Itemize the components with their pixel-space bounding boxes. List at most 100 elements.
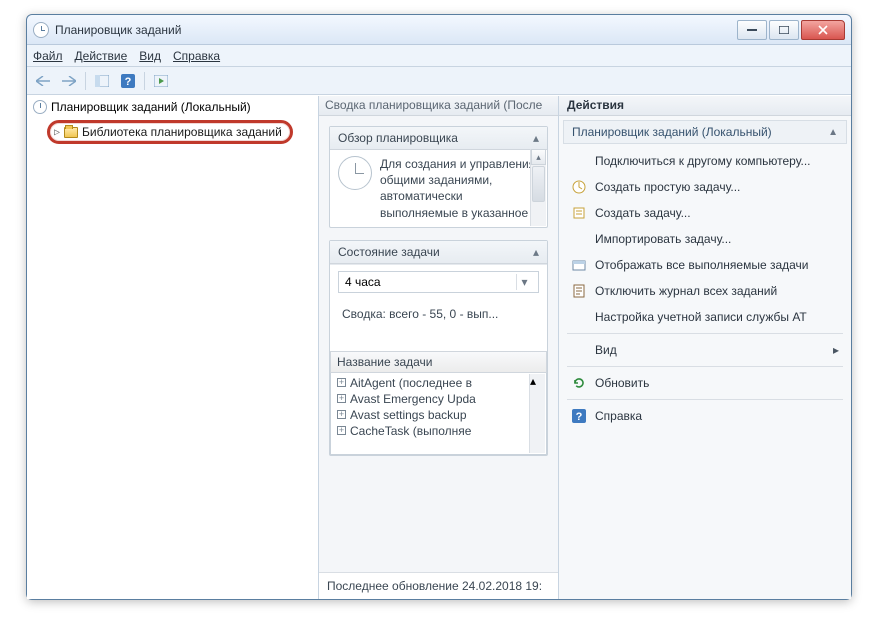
toolbar-separator [85, 72, 86, 90]
action-create-task[interactable]: Создать задачу... [563, 200, 847, 226]
action-import-task[interactable]: Импортировать задачу... [563, 226, 847, 252]
status-title: Состояние задачи [338, 245, 440, 259]
scrollbar[interactable]: ▴ [530, 149, 546, 226]
action-at-service[interactable]: Настройка учетной записи службы AT [563, 304, 847, 330]
overview-panel-header[interactable]: Обзор планировщика ▴ [330, 127, 547, 150]
blank-icon [571, 231, 587, 247]
window-controls [737, 20, 845, 40]
menu-help[interactable]: Справка [173, 49, 220, 63]
folder-icon [64, 127, 78, 138]
menu-action[interactable]: Действие [75, 49, 128, 63]
action-label: Подключиться к другому компьютеру... [595, 154, 811, 168]
wizard-icon [571, 179, 587, 195]
chevron-right-icon: ▸ [833, 343, 839, 357]
running-tasks-icon [571, 257, 587, 273]
window-title: Планировщик заданий [55, 23, 737, 37]
tasklist-header[interactable]: Название задачи [330, 351, 547, 373]
blank-icon [571, 153, 587, 169]
action-connect[interactable]: Подключиться к другому компьютеру... [563, 148, 847, 174]
scroll-thumb[interactable] [530, 388, 545, 414]
nav-back-button[interactable] [31, 70, 55, 92]
chevron-up-icon: ▴ [533, 245, 539, 259]
summary-header: Сводка планировщика заданий (После [319, 96, 558, 116]
separator [567, 333, 843, 334]
period-value: 4 часа [345, 275, 381, 289]
maximize-button[interactable] [769, 20, 799, 40]
show-tree-button[interactable] [90, 70, 114, 92]
task-label: AitAgent (последнее в [350, 376, 472, 390]
menubar: Файл Действие Вид Справка [27, 45, 851, 67]
task-label: Avast Emergency Upda [350, 392, 476, 406]
expand-icon[interactable]: + [337, 426, 346, 435]
overview-text: Для создания и управления общими задания… [380, 156, 539, 221]
scroll-thumb[interactable] [532, 166, 545, 202]
action-label: Отображать все выполняемые задачи [595, 258, 809, 272]
toolbar: ? [27, 67, 851, 95]
actions-header: Действия [559, 96, 851, 116]
actions-context: Планировщик заданий (Локальный) [572, 125, 772, 139]
summary-body: Обзор планировщика ▴ Для создания и упра… [319, 116, 558, 572]
help-icon: ? [571, 408, 587, 424]
expand-icon[interactable]: + [337, 378, 346, 387]
status-panel: Состояние задачи ▴ 4 часа ▾ Сводка: всег… [329, 240, 548, 456]
help-button[interactable]: ? [116, 70, 140, 92]
blank-icon [571, 342, 587, 358]
tree-root-node[interactable]: Планировщик заданий (Локальный) [29, 98, 316, 116]
svg-text:?: ? [576, 411, 583, 423]
summary-pane: Сводка планировщика заданий (После Обзор… [319, 96, 559, 599]
status-panel-header[interactable]: Состояние задачи ▴ [330, 241, 547, 264]
blank-icon [571, 309, 587, 325]
action-show-running[interactable]: Отображать все выполняемые задачи [563, 252, 847, 278]
action-label: Создать задачу... [595, 206, 691, 220]
expand-icon[interactable]: + [337, 410, 346, 419]
scrollbar[interactable]: ▴ [529, 374, 545, 453]
close-button[interactable] [801, 20, 845, 40]
expand-icon[interactable]: + [337, 394, 346, 403]
separator [567, 366, 843, 367]
toolbar-separator [144, 72, 145, 90]
task-label: CacheTask (выполняе [350, 424, 471, 438]
clock-icon [33, 100, 47, 114]
action-help[interactable]: ? Справка [563, 403, 847, 429]
actions-subheader[interactable]: Планировщик заданий (Локальный) ▲ [563, 120, 847, 144]
action-disable-log[interactable]: Отключить журнал всех заданий [563, 278, 847, 304]
task-list: + AitAgent (последнее в + Avast Emergenc… [330, 373, 547, 455]
summary-line: Сводка: всего - 55, 0 - вып... [330, 299, 547, 329]
tree-expander-icon[interactable]: ▷ [54, 127, 60, 138]
task-row[interactable]: + Avast settings backup [331, 407, 546, 423]
action-label: Справка [595, 409, 642, 423]
task-row[interactable]: + CacheTask (выполняе [331, 423, 546, 439]
overview-title: Обзор планировщика [338, 131, 458, 145]
overview-panel: Обзор планировщика ▴ Для создания и упра… [329, 126, 548, 228]
task-row[interactable]: + AitAgent (последнее в [331, 375, 546, 391]
last-update: Последнее обновление 24.02.2018 19: [319, 572, 558, 599]
scroll-up-button[interactable]: ▴ [531, 149, 546, 165]
action-label: Импортировать задачу... [595, 232, 731, 246]
minimize-button[interactable] [737, 20, 767, 40]
task-label: Avast settings backup [350, 408, 467, 422]
scroll-up-button[interactable]: ▴ [530, 374, 545, 388]
action-create-basic-task[interactable]: Создать простую задачу... [563, 174, 847, 200]
actions-pane: Действия Планировщик заданий (Локальный)… [559, 96, 851, 599]
titlebar[interactable]: Планировщик заданий [27, 15, 851, 45]
task-row[interactable]: + Avast Emergency Upda [331, 391, 546, 407]
chevron-up-icon: ▲ [828, 127, 838, 138]
action-label: Обновить [595, 376, 649, 390]
action-refresh[interactable]: Обновить [563, 370, 847, 396]
content-area: Планировщик заданий (Локальный) ▷ Библио… [27, 95, 851, 599]
period-select[interactable]: 4 часа ▾ [338, 271, 539, 293]
svg-text:?: ? [125, 76, 132, 88]
run-button[interactable] [149, 70, 173, 92]
highlight-annotation: ▷ Библиотека планировщика заданий [47, 120, 293, 144]
action-label: Отключить журнал всех заданий [595, 284, 777, 298]
refresh-icon [571, 375, 587, 391]
menu-view[interactable]: Вид [139, 49, 161, 63]
action-label: Настройка учетной записи службы AT [595, 310, 807, 324]
action-view[interactable]: Вид ▸ [563, 337, 847, 363]
tree-library-node[interactable]: Библиотека планировщика заданий [82, 125, 282, 139]
log-icon [571, 283, 587, 299]
nav-forward-button[interactable] [57, 70, 81, 92]
tree-pane: Планировщик заданий (Локальный) ▷ Библио… [27, 96, 319, 599]
clock-icon [33, 22, 49, 38]
menu-file[interactable]: Файл [33, 49, 63, 63]
